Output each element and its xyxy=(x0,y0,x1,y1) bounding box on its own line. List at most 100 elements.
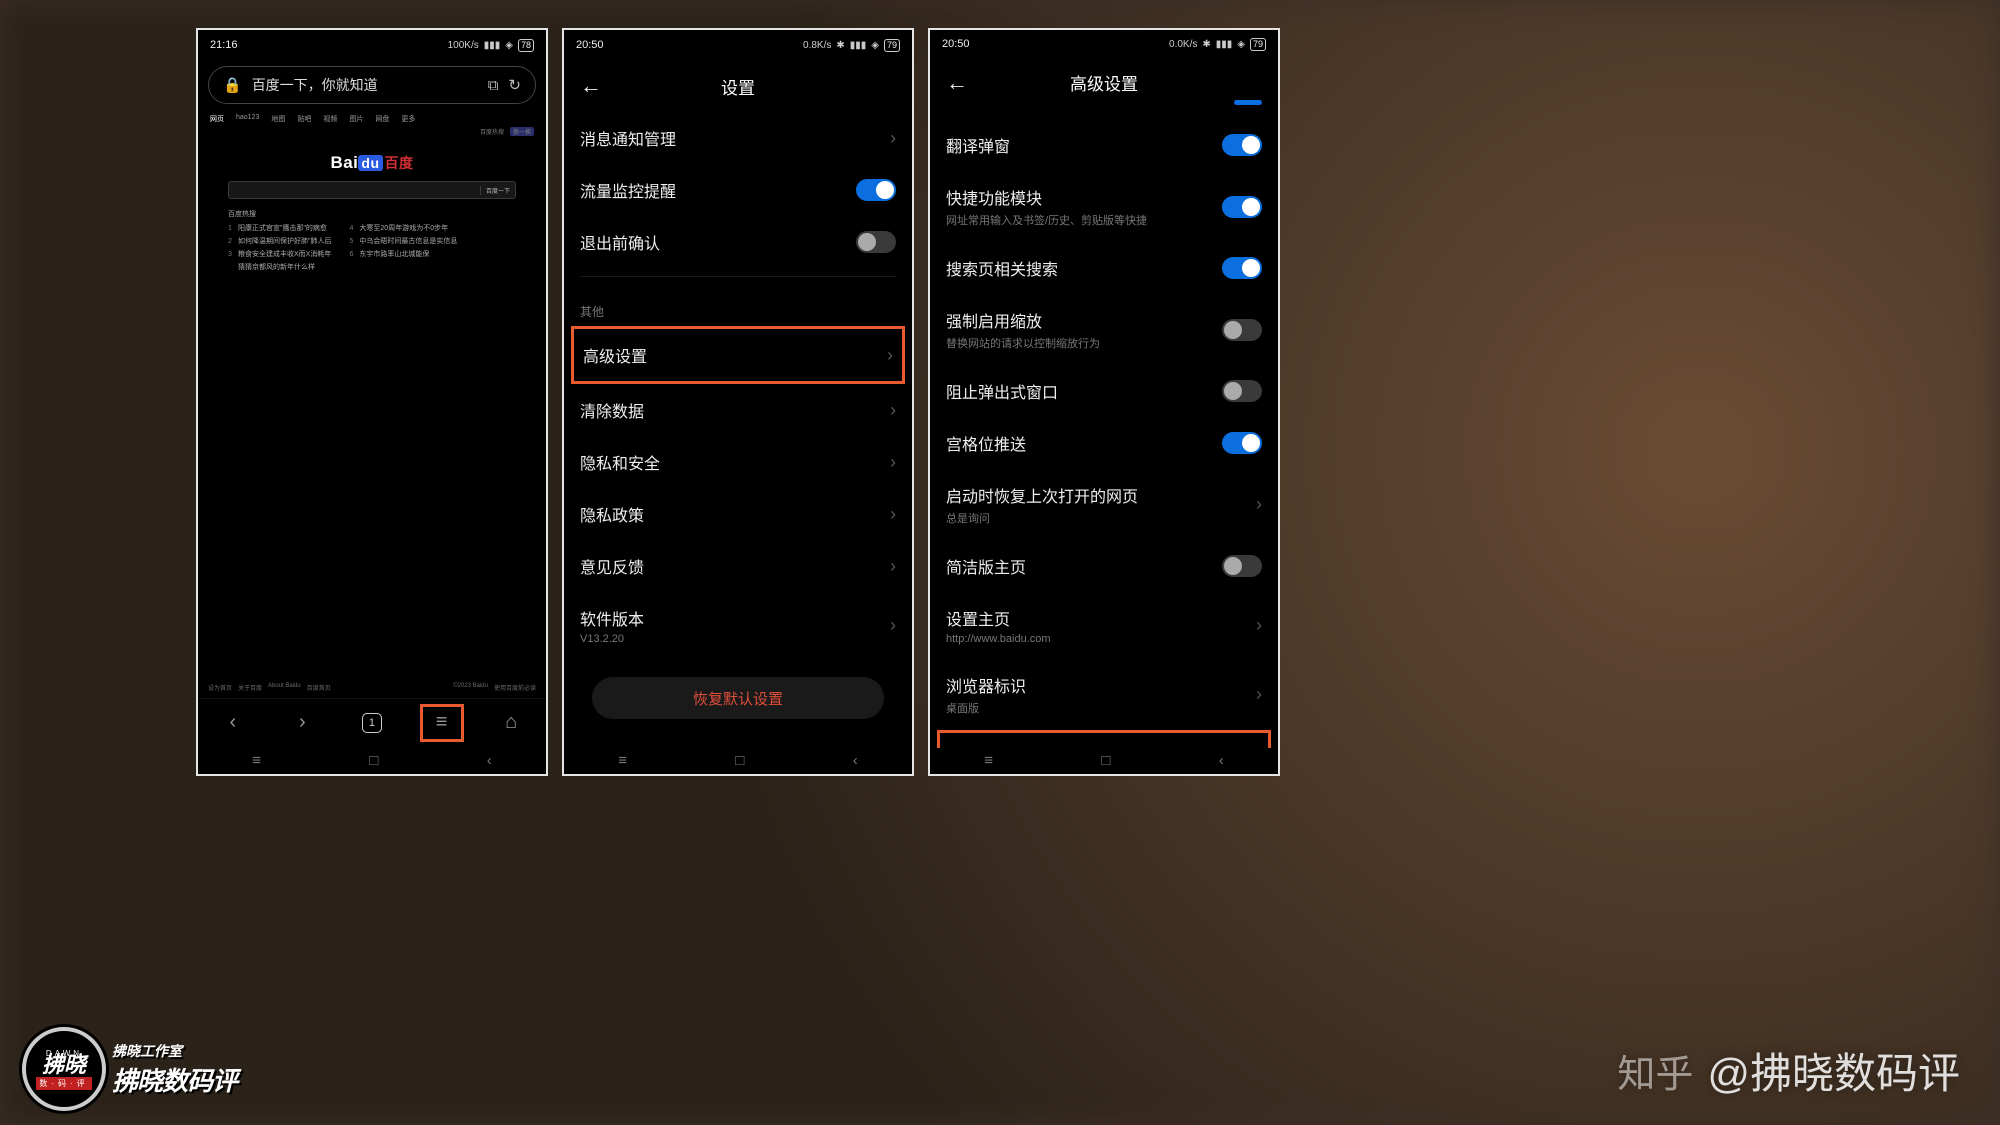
wifi-icon: ◈ xyxy=(871,40,879,51)
nav-back-button[interactable]: ‹ xyxy=(211,704,255,742)
system-nav: ≡ □ ‹ xyxy=(198,746,546,774)
footer-link[interactable]: 设为首页 xyxy=(208,683,232,692)
badge-bottom-text: 数·码·评 xyxy=(36,1077,91,1090)
hot-item[interactable]: 猜猜京都风的新年什么样 xyxy=(228,262,331,272)
row-sublabel: 总是询问 xyxy=(946,510,1256,526)
settings-row[interactable]: 强制启用缩放替换网站的请求以控制缩放行为 xyxy=(946,294,1262,365)
sys-home-icon[interactable]: □ xyxy=(1101,752,1110,769)
hot-item[interactable]: 5 中乌会晤时间最古信息是实信息 xyxy=(349,236,457,246)
sys-recent-icon[interactable]: ≡ xyxy=(618,752,627,769)
watermark-site: 知乎 xyxy=(1617,1043,1693,1098)
nav-item[interactable]: 图片 xyxy=(349,114,363,124)
row-label: 软件版本 xyxy=(580,606,890,630)
reload-icon[interactable]: ↻ xyxy=(508,76,521,94)
phone-advanced-settings: 20:50 0.0K/s ✱ ▮▮▮ ◈ 79 ← 高级设置 翻译弹窗快捷功能模… xyxy=(928,28,1280,776)
settings-row[interactable]: 软件版本 V13.2.20› xyxy=(580,592,896,659)
sys-back-icon[interactable]: ‹ xyxy=(487,752,492,769)
toggle-switch[interactable] xyxy=(1222,257,1262,279)
settings-row[interactable]: 快捷功能模块网址常用输入及书签/历史、剪贴版等快捷 xyxy=(946,171,1262,242)
watermark-author: @拂晓数码评 xyxy=(1707,1040,1960,1101)
sys-recent-icon[interactable]: ≡ xyxy=(984,752,993,769)
bluetooth-icon: ✱ xyxy=(836,40,844,51)
settings-row[interactable]: 流量监控提醒 xyxy=(580,164,896,216)
chevron-right-icon: › xyxy=(890,615,896,636)
status-bar: 21:16 100K/s ▮▮▮ ◈ 78 xyxy=(198,30,546,60)
settings-row[interactable]: 隐私政策› xyxy=(580,488,896,540)
wifi-icon: ◈ xyxy=(505,40,513,51)
settings-row[interactable]: 个性化推荐 xyxy=(937,730,1271,748)
nav-item[interactable]: 贴吧 xyxy=(297,114,311,124)
bookmark-icon[interactable]: ⧉ xyxy=(488,77,499,94)
sublink[interactable]: 换一换 xyxy=(510,127,534,136)
nav-item[interactable]: hao123 xyxy=(236,114,259,124)
row-sublabel: V13.2.20 xyxy=(580,633,890,645)
nav-home-button[interactable]: ⌂ xyxy=(489,704,533,742)
sys-back-icon[interactable]: ‹ xyxy=(853,752,858,769)
toggle-switch[interactable] xyxy=(1222,432,1262,454)
settings-row[interactable]: 退出前确认 xyxy=(580,216,896,268)
nav-tabs-button[interactable]: 1 xyxy=(350,704,394,742)
row-label: 快捷功能模块 xyxy=(946,185,1222,209)
settings-row[interactable]: 消息通知管理› xyxy=(580,112,896,164)
hot-item[interactable]: 4 大寒至20周年游戏为不0步年 xyxy=(349,223,457,233)
reset-defaults-button[interactable]: 恢复默认设置 xyxy=(592,677,884,719)
battery-icon: 78 xyxy=(518,39,534,52)
settings-row[interactable]: 高级设置› xyxy=(571,326,905,384)
settings-row[interactable]: 浏览器标识桌面版› xyxy=(946,659,1262,730)
nav-item[interactable]: 网盘 xyxy=(375,114,389,124)
chevron-right-icon: › xyxy=(887,345,893,366)
toggle-switch[interactable] xyxy=(1222,555,1262,577)
toggle-switch[interactable] xyxy=(856,231,896,253)
toggle-switch[interactable] xyxy=(1222,380,1262,402)
address-bar[interactable]: 🔒 百度一下，你就知道 ⧉ ↻ xyxy=(208,66,536,104)
nav-item[interactable]: 视频 xyxy=(323,114,337,124)
baidu-top-nav: 网页 hao123 地图 贴吧 视频 图片 网盘 更多 xyxy=(198,108,546,127)
settings-row[interactable]: 阻止弹出式窗口 xyxy=(946,365,1262,417)
sys-home-icon[interactable]: □ xyxy=(735,752,744,769)
badge-line2: 拂晓数码评 xyxy=(112,1061,237,1098)
settings-row[interactable]: 翻译弹窗 xyxy=(946,119,1262,171)
hot-search: 百度热搜 1 阳康正式官宣"鹰击那"的病愈 2 如何降温期间保护好肺"肺人后 3… xyxy=(228,209,516,275)
row-label: 退出前确认 xyxy=(580,230,856,254)
footer-link[interactable]: 百度首页 xyxy=(307,683,331,692)
nav-menu-button[interactable]: ≡ xyxy=(420,704,464,742)
footer-link[interactable]: 关于百度 xyxy=(238,683,262,692)
address-text: 百度一下，你就知道 xyxy=(252,75,478,95)
toggle-switch[interactable] xyxy=(1222,196,1262,218)
toggle-switch[interactable] xyxy=(1222,319,1262,341)
settings-row[interactable]: 启动时恢复上次打开的网页总是询问› xyxy=(946,469,1262,540)
footer-link[interactable]: About Baidu xyxy=(268,683,301,692)
settings-row[interactable]: 清除数据› xyxy=(580,384,896,436)
settings-row[interactable]: 宫格位推送 xyxy=(946,417,1262,469)
row-label: 翻译弹窗 xyxy=(946,133,1222,157)
nav-item[interactable]: 地图 xyxy=(271,114,285,124)
nav-item[interactable]: 网页 xyxy=(210,114,224,124)
status-net: 100K/s xyxy=(448,40,479,51)
nav-forward-button[interactable]: › xyxy=(280,704,324,742)
settings-row[interactable]: 意见反馈› xyxy=(580,540,896,592)
baidu-search-button[interactable]: 百度一下 xyxy=(480,186,510,195)
settings-row[interactable]: 设置主页http://www.baidu.com› xyxy=(946,592,1262,659)
row-label: 搜索页相关搜索 xyxy=(946,256,1222,280)
toggle-switch[interactable] xyxy=(1222,134,1262,156)
baidu-search-input[interactable]: 百度一下 xyxy=(228,181,516,199)
chevron-right-icon: › xyxy=(1256,615,1262,636)
nav-item[interactable]: 更多 xyxy=(401,114,415,124)
hot-item[interactable]: 2 如何降温期间保护好肺"肺人后 xyxy=(228,236,331,246)
toggle-switch[interactable] xyxy=(856,179,896,201)
baidu-logo: Baidu百度 xyxy=(228,153,516,173)
settings-row[interactable]: 简洁版主页 xyxy=(946,540,1262,592)
settings-row[interactable]: 搜索页相关搜索 xyxy=(946,242,1262,294)
sys-recent-icon[interactable]: ≡ xyxy=(252,752,261,769)
sys-back-icon[interactable]: ‹ xyxy=(1219,752,1224,769)
badge-ring: DAWN 拂晓 数·码·评 xyxy=(22,1027,106,1111)
hot-item[interactable]: 3 粮食安全建成丰收X而X消耗年 xyxy=(228,249,331,259)
sublink[interactable]: 百度热搜 xyxy=(480,127,504,136)
sys-home-icon[interactable]: □ xyxy=(369,752,378,769)
settings-row[interactable]: 隐私和安全› xyxy=(580,436,896,488)
footer-link[interactable]: 使用百度前必读 xyxy=(494,683,536,692)
browser-toolbar: ‹ › 1 ≡ ⌂ xyxy=(198,698,546,746)
hot-item[interactable]: 1 阳康正式官宣"鹰击那"的病愈 xyxy=(228,223,331,233)
hot-item[interactable]: 6 东宇市路率山北城能保 xyxy=(349,249,457,259)
battery-icon: 79 xyxy=(1250,38,1266,51)
